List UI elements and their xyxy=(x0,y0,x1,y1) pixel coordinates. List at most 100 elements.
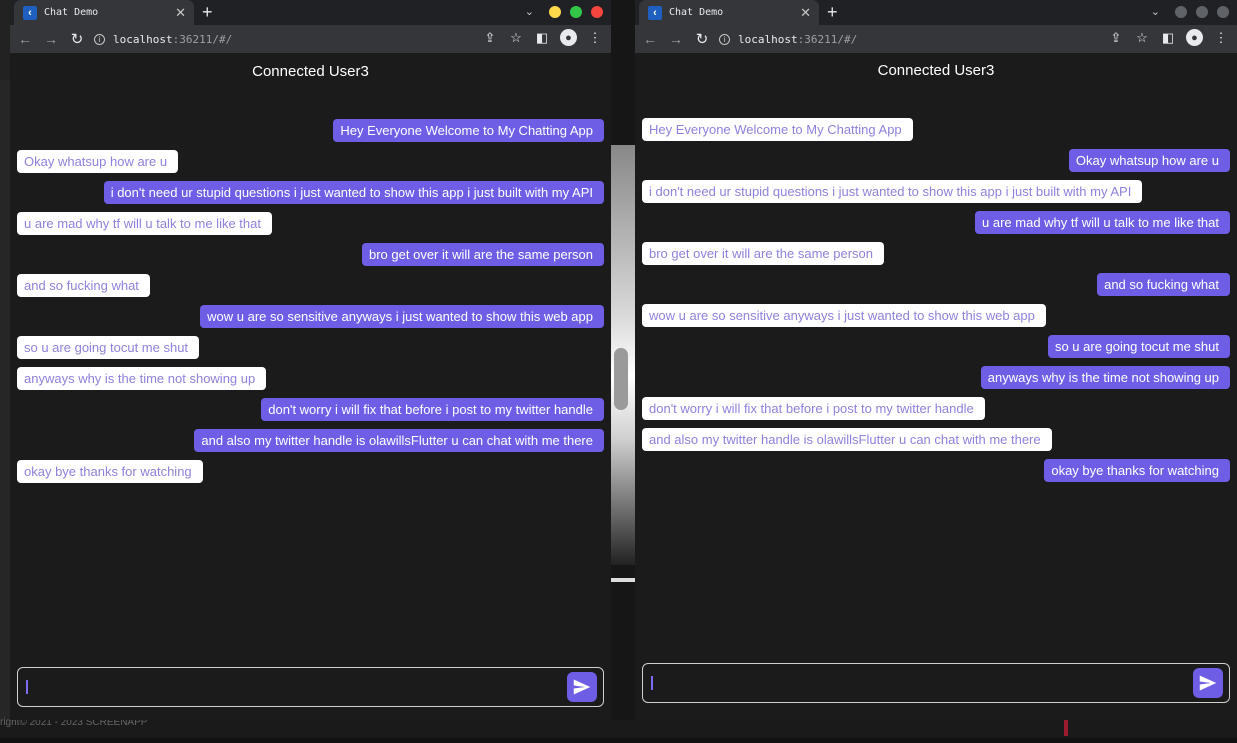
address-bar[interactable]: i localhost:36211/#/ xyxy=(90,27,501,51)
received-message-bubble: okay bye thanks for watching xyxy=(17,460,203,483)
sent-message-bubble: so u are going tocut me shut xyxy=(1047,335,1230,358)
received-message-bubble: i don't need ur stupid questions i just … xyxy=(642,180,1143,203)
url-host: localhost xyxy=(113,32,173,46)
sent-message-bubble: Okay whatsup how are u xyxy=(1068,149,1230,172)
site-info-icon[interactable]: i xyxy=(719,33,730,45)
maximize-button[interactable] xyxy=(570,5,582,18)
tab-title: Chat Demo xyxy=(44,7,99,18)
sent-message-bubble: anyways why is the time not showing up xyxy=(980,366,1230,389)
message-input[interactable] xyxy=(643,664,1229,702)
received-message-bubble: anyways why is the time not showing up xyxy=(17,367,267,390)
message-list: Hey Everyone Welcome to My Chatting App O… xyxy=(642,118,1230,490)
message-row: Okay whatsup how are u xyxy=(17,150,604,181)
chat-app: Connected User3 Hey Everyone Welcome to … xyxy=(635,53,1237,720)
message-row: don't worry i will fix that before i pos… xyxy=(642,397,1230,428)
close-window-button[interactable] xyxy=(1217,5,1229,18)
browser-tab[interactable]: ‹ Chat Demo ✕ xyxy=(639,0,819,25)
sent-message-bubble: u are mad why tf will u talk to me like … xyxy=(975,211,1230,234)
tab-search-chevron-icon[interactable]: ⌄ xyxy=(1151,5,1160,18)
back-icon[interactable]: ← xyxy=(639,31,661,47)
page-title: Connected User3 xyxy=(877,62,995,79)
taskbar xyxy=(0,738,1237,743)
received-message-bubble: u are mad why tf will u talk to me like … xyxy=(17,212,272,235)
side-panel-icon[interactable]: ◧ xyxy=(534,30,550,46)
forward-icon[interactable]: → xyxy=(665,31,687,47)
message-input[interactable] xyxy=(18,668,603,706)
message-row: wow u are so sensitive anyways i just wa… xyxy=(642,304,1230,335)
tab-title: Chat Demo xyxy=(669,7,724,18)
minimize-button[interactable] xyxy=(1175,5,1187,18)
reload-icon[interactable]: ↻ xyxy=(691,30,713,48)
tab-search-chevron-icon[interactable]: ⌄ xyxy=(525,5,534,18)
sent-message-bubble: don't worry i will fix that before i pos… xyxy=(261,398,604,421)
received-message-bubble: and so fucking what xyxy=(17,274,150,297)
new-tab-icon[interactable]: + xyxy=(827,2,838,22)
kebab-menu-icon[interactable]: ⋮ xyxy=(587,30,603,46)
sent-message-bubble: Hey Everyone Welcome to My Chatting App xyxy=(333,119,604,142)
sent-message-bubble: wow u are so sensitive anyways i just wa… xyxy=(200,305,604,328)
browser-tab[interactable]: ‹ Chat Demo ✕ xyxy=(14,0,194,25)
message-input-container xyxy=(642,663,1230,703)
maximize-button[interactable] xyxy=(1196,5,1208,18)
message-list: Hey Everyone Welcome to My Chatting App O… xyxy=(17,119,604,491)
message-row: u are mad why tf will u talk to me like … xyxy=(17,212,604,243)
chat-app: Connected User3 Hey Everyone Welcome to … xyxy=(10,53,611,720)
message-row: anyways why is the time not showing up xyxy=(17,367,604,398)
profile-icon[interactable]: ● xyxy=(1186,29,1203,46)
send-icon xyxy=(1199,675,1217,691)
received-message-bubble: Hey Everyone Welcome to My Chatting App xyxy=(642,118,913,141)
reload-icon[interactable]: ↻ xyxy=(66,30,88,48)
received-message-bubble: Okay whatsup how are u xyxy=(17,150,179,173)
message-row: u are mad why tf will u talk to me like … xyxy=(642,211,1230,242)
close-window-button[interactable] xyxy=(591,5,603,18)
message-row: and so fucking what xyxy=(17,274,604,305)
share-icon[interactable]: ⇪ xyxy=(482,30,498,46)
send-button[interactable] xyxy=(1193,668,1223,698)
profile-icon[interactable]: ● xyxy=(560,29,577,46)
kebab-menu-icon[interactable]: ⋮ xyxy=(1213,30,1229,46)
forward-icon[interactable]: → xyxy=(40,31,62,47)
sent-message-bubble: okay bye thanks for watching xyxy=(1044,459,1230,482)
message-row: bro get over it will are the same person xyxy=(642,242,1230,273)
message-row: don't worry i will fix that before i pos… xyxy=(17,398,604,429)
address-bar[interactable]: i localhost:36211/#/ xyxy=(715,27,1127,51)
side-panel-icon[interactable]: ◧ xyxy=(1160,30,1176,46)
url-host: localhost xyxy=(738,32,798,46)
received-message-bubble: don't worry i will fix that before i pos… xyxy=(642,397,985,420)
star-icon[interactable]: ☆ xyxy=(508,30,524,46)
message-row: Okay whatsup how are u xyxy=(642,149,1230,180)
tab-strip: ‹ Chat Demo ✕ + ⌄ xyxy=(635,0,1237,25)
url-path: :36211/#/ xyxy=(797,32,858,46)
site-info-icon[interactable]: i xyxy=(94,33,105,45)
sent-message-bubble: and so fucking what xyxy=(1097,273,1230,296)
flutter-favicon-icon: ‹ xyxy=(648,5,662,20)
text-caret xyxy=(26,680,28,694)
url-text: localhost:36211/#/ xyxy=(738,33,857,46)
browser-toolbar: ← → ↻ i localhost:36211/#/ ⇪ ☆ ◧ ● ⋮ xyxy=(635,25,1237,53)
message-row: and also my twitter handle is olawillsFl… xyxy=(17,429,604,460)
background-accent-mark xyxy=(1064,718,1068,736)
share-icon[interactable]: ⇪ xyxy=(1108,30,1124,46)
close-tab-icon[interactable]: ✕ xyxy=(800,5,811,21)
sent-message-bubble: bro get over it will are the same person xyxy=(362,243,604,266)
message-row: wow u are so sensitive anyways i just wa… xyxy=(17,305,604,336)
background-divider xyxy=(611,578,635,582)
message-row: i don't need ur stupid questions i just … xyxy=(642,180,1230,211)
sent-message-bubble: i don't need ur stupid questions i just … xyxy=(103,181,604,204)
message-input-container xyxy=(17,667,604,707)
send-button[interactable] xyxy=(567,672,597,702)
message-row: i don't need ur stupid questions i just … xyxy=(17,181,604,212)
new-tab-icon[interactable]: + xyxy=(202,2,213,22)
star-icon[interactable]: ☆ xyxy=(1134,30,1150,46)
minimize-button[interactable] xyxy=(549,5,561,18)
message-row: okay bye thanks for watching xyxy=(17,460,604,491)
message-row: bro get over it will are the same person xyxy=(17,243,604,274)
close-tab-icon[interactable]: ✕ xyxy=(175,5,186,21)
message-row: okay bye thanks for watching xyxy=(642,459,1230,490)
url-path: :36211/#/ xyxy=(172,32,233,46)
back-icon[interactable]: ← xyxy=(14,31,36,47)
desktop-background-left-strip xyxy=(0,80,10,720)
page-title: Connected User3 xyxy=(252,63,369,80)
message-row: so u are going tocut me shut xyxy=(17,336,604,367)
flutter-favicon-icon: ‹ xyxy=(23,5,37,20)
